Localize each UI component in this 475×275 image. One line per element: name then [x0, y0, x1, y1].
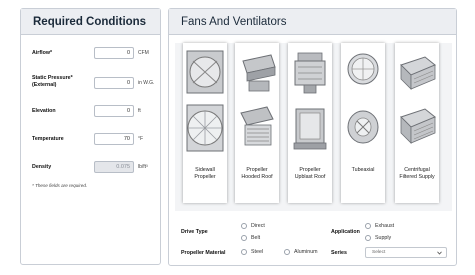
radio-circle-icon [365, 223, 371, 229]
fan-card-tubeaxial[interactable]: Tubeaxial [341, 43, 385, 203]
radio-circle-icon [241, 223, 247, 229]
application-exhaust-label: Exhaust [375, 223, 395, 229]
static-pressure-input[interactable]: 0 [94, 77, 134, 89]
fan-card-sidewall-propeller[interactable]: Sidewall Propeller [183, 43, 227, 203]
centrifugal-filtered-supply-icon [400, 56, 436, 144]
elevation-unit: ft [138, 108, 141, 114]
static-pressure-label: Static Pressure* (External) [32, 75, 73, 88]
tubeaxial-fan-icon [347, 53, 379, 144]
drive-type-label: Drive Type [181, 229, 208, 235]
fans-ventilators-panel: Fans And Ventilators Sidewall Propeller … [168, 8, 457, 266]
fan-name-sidewall-propeller: Sidewall Propeller [194, 167, 216, 180]
propeller-upblast-roof-fan-icon [293, 52, 327, 150]
airflow-input[interactable]: 0 [94, 47, 134, 59]
temperature-input[interactable]: 70 [94, 133, 134, 145]
series-select-value: Select [372, 250, 386, 255]
propeller-material-aluminum-label: Aluminum [294, 249, 318, 255]
radio-circle-icon [284, 249, 290, 255]
chevron-down-icon [437, 251, 442, 255]
density-label: Density [32, 164, 52, 170]
fans-ventilators-title: Fans And Ventilators [181, 15, 287, 28]
required-conditions-header: Required Conditions [21, 9, 160, 35]
drive-type-direct-radio[interactable]: Direct [241, 223, 265, 229]
sidewall-propeller-fan-icon [186, 50, 224, 152]
radio-circle-icon [241, 249, 247, 255]
fans-ventilators-header: Fans And Ventilators [169, 9, 456, 35]
required-conditions-panel: Required Conditions Airflow* 0 CFM Stati… [20, 8, 161, 265]
series-label: Series [331, 250, 347, 256]
propeller-material-aluminum-radio[interactable]: Aluminum [284, 249, 318, 255]
drive-type-belt-radio[interactable]: Belt [241, 235, 260, 241]
propeller-hooded-roof-fan-icon [240, 54, 276, 146]
propeller-material-label: Propeller Material [181, 250, 226, 256]
fan-name-propeller-upblast-roof: Propeller Upblast Roof [294, 167, 326, 180]
density-input: 0.075 [94, 161, 134, 173]
elevation-input[interactable]: 0 [94, 105, 134, 117]
application-supply-radio[interactable]: Supply [365, 235, 391, 241]
fan-name-tubeaxial: Tubeaxial [351, 167, 375, 173]
propeller-material-steel-radio[interactable]: Steel [241, 249, 263, 255]
temperature-label: Temperature [32, 136, 64, 142]
airflow-label: Airflow* [32, 50, 53, 56]
fan-card-propeller-hooded-roof[interactable]: Propeller Hooded Roof [235, 43, 279, 203]
airflow-unit: CFM [138, 50, 149, 56]
application-label: Application [331, 229, 360, 235]
density-unit: lb/ft³ [138, 164, 148, 170]
series-select[interactable]: Select [365, 247, 447, 258]
fan-name-centrifugal-filtered-supply: Centrifugal Filtered Supply [399, 167, 435, 180]
fan-name-propeller-hooded-roof: Propeller Hooded Roof [241, 167, 273, 180]
application-supply-label: Supply [375, 235, 392, 241]
temperature-unit: °F [138, 136, 144, 142]
fan-card-centrifugal-filtered-supply[interactable]: Centrifugal Filtered Supply [395, 43, 439, 203]
elevation-label: Elevation [32, 108, 56, 114]
static-pressure-unit: in W.G. [138, 80, 155, 86]
radio-circle-icon [241, 235, 247, 241]
radio-circle-icon [365, 235, 371, 241]
required-fields-note: * These fields are required. [32, 183, 88, 188]
required-conditions-title: Required Conditions [33, 15, 147, 28]
propeller-material-steel-label: Steel [251, 249, 264, 255]
fan-card-propeller-upblast-roof[interactable]: Propeller Upblast Roof [288, 43, 332, 203]
application-exhaust-radio[interactable]: Exhaust [365, 223, 394, 229]
drive-type-direct-label: Direct [251, 223, 265, 229]
drive-type-belt-label: Belt [251, 235, 261, 241]
